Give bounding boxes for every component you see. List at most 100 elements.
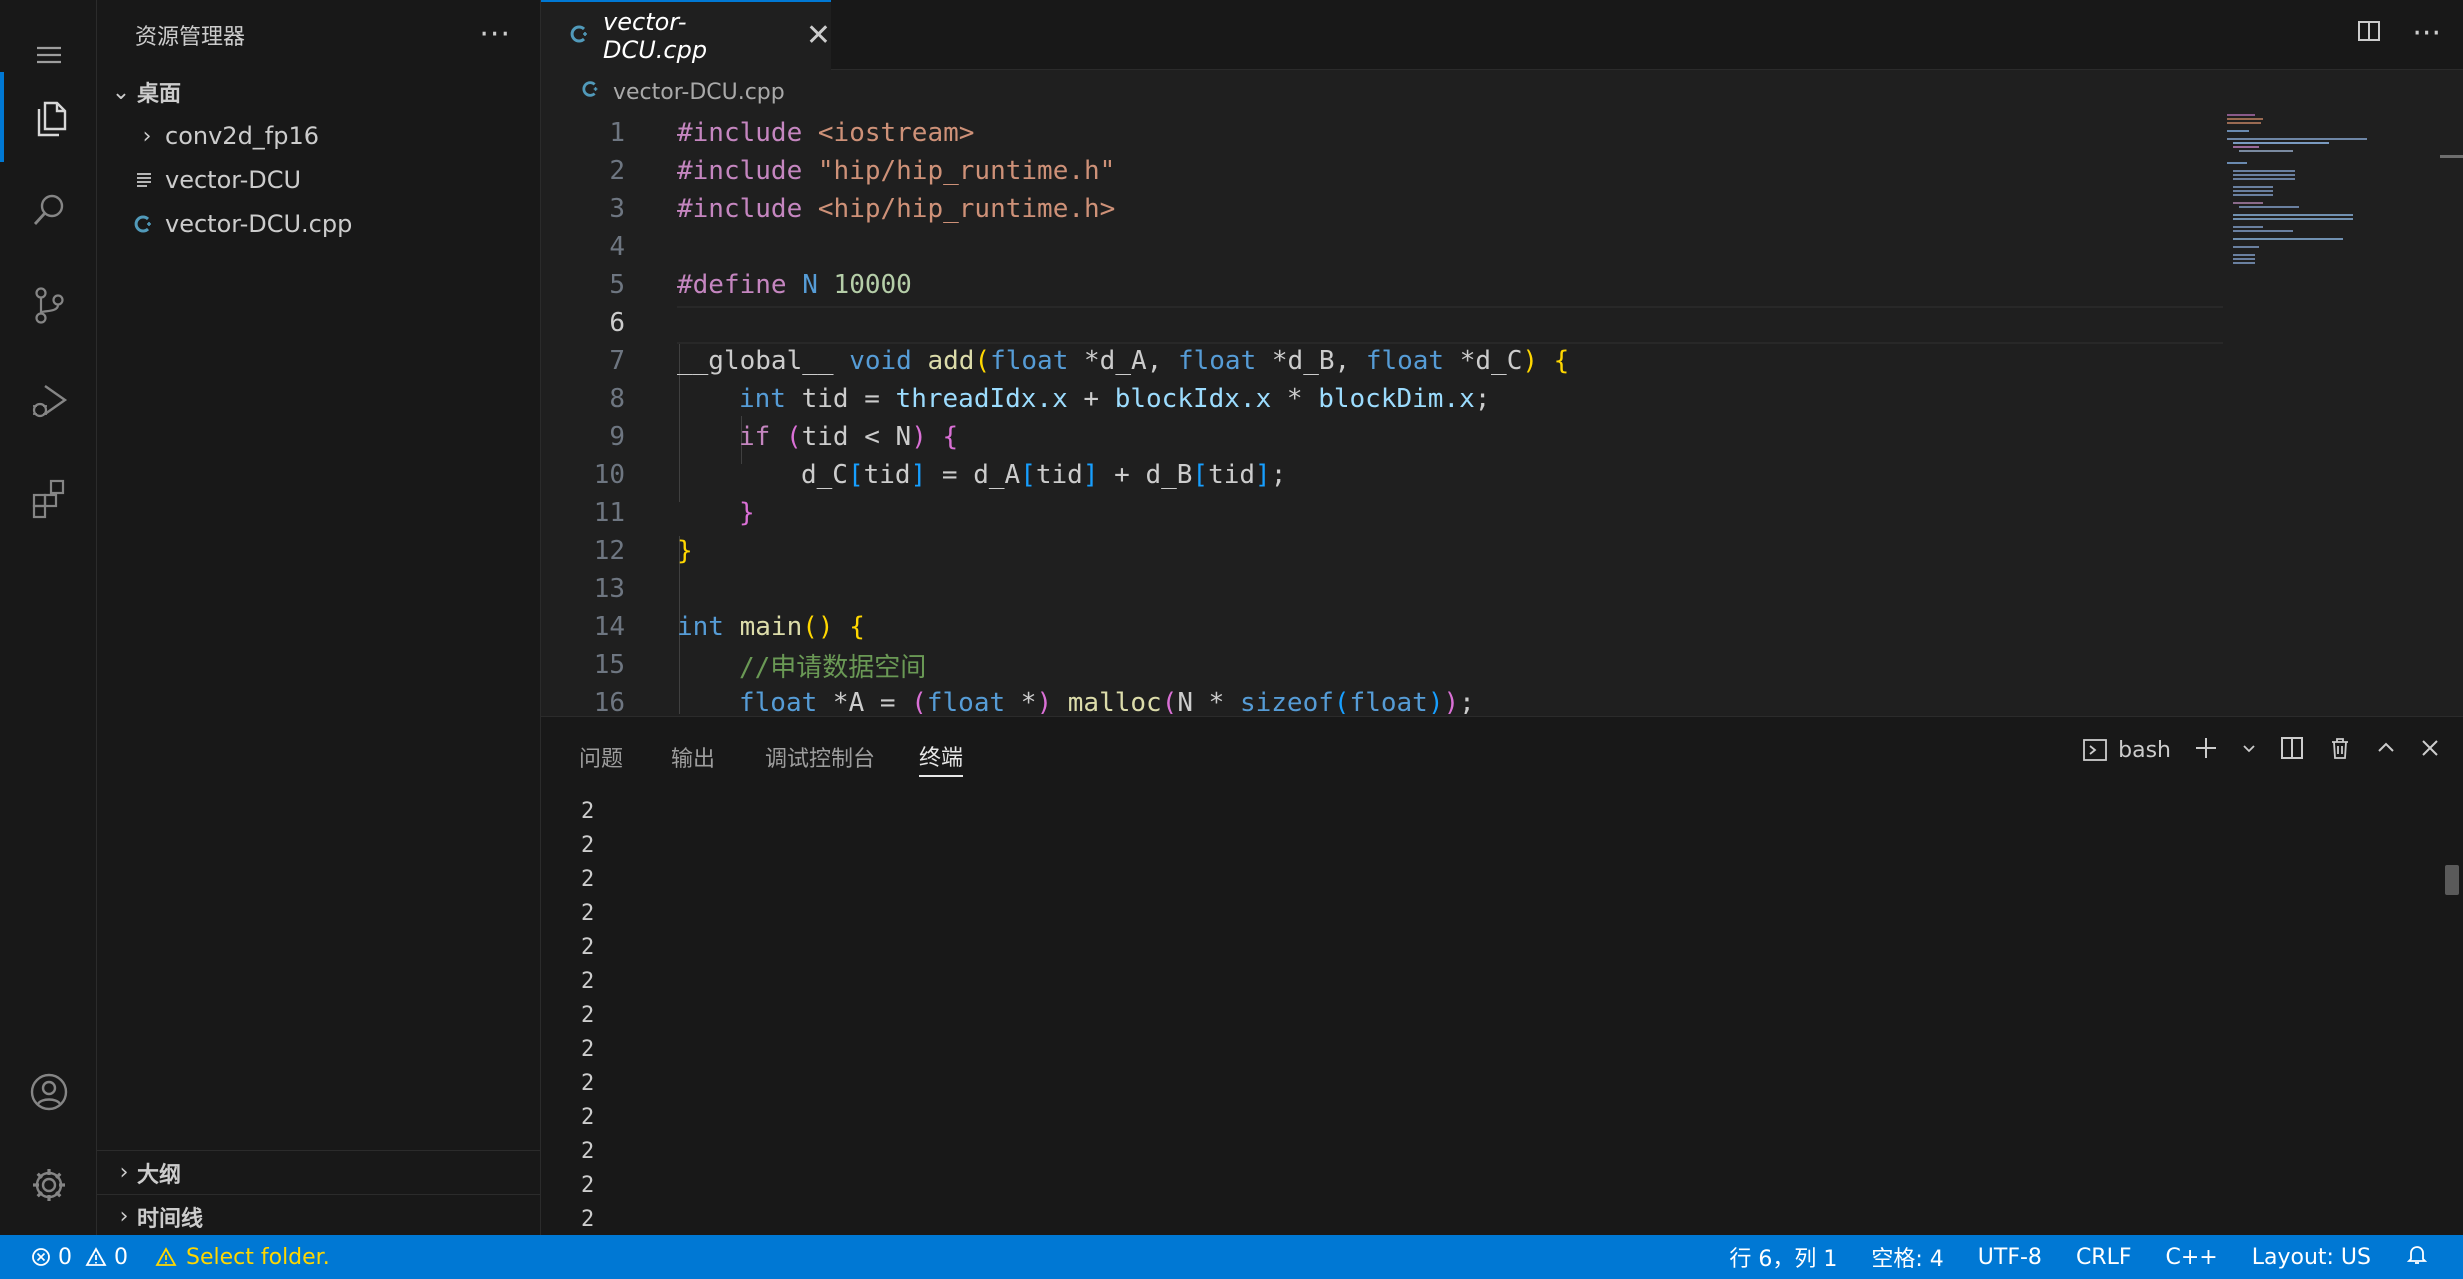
terminal-output[interactable]: 2 2 2 2 2 2 2 2 2 2 2 2 2 (581, 795, 594, 1237)
source-control-icon[interactable] (0, 260, 97, 350)
code-line-current: 6 (609, 308, 625, 338)
tree-item-conv2d[interactable]: › conv2d_fp16 (97, 114, 541, 158)
code-line: 7 __global__ void add(float *d_A, float *… (609, 346, 1570, 376)
line-ending[interactable]: CRLF (2076, 1245, 2132, 1270)
chevron-down-icon[interactable] (2241, 740, 2257, 760)
settings-icon[interactable] (0, 1140, 97, 1230)
trash-icon[interactable] (2327, 735, 2353, 765)
git-branch-icon (34, 287, 64, 324)
code-line: 8 int tid = threadIdx.x + blockIdx.x * bl… (609, 384, 1491, 414)
tree-item-vector-dcu-cpp[interactable]: vector-DCU.cpp (97, 202, 541, 246)
files-icon (37, 101, 66, 137)
timeline-section[interactable]: › 时间线 (97, 1194, 541, 1238)
code-line: 3 #include <hip/hip_runtime.h> (609, 194, 1116, 224)
outline-section[interactable]: › 大纲 (97, 1150, 541, 1194)
breadcrumb[interactable]: vector-DCU.cpp (541, 72, 785, 112)
encoding[interactable]: UTF-8 (1978, 1245, 2042, 1270)
chevron-right-icon: › (119, 1204, 129, 1229)
code-line: 5 #define N 10000 (609, 270, 912, 300)
run-debug-icon[interactable] (0, 355, 97, 445)
terminal-line: 2 (581, 833, 595, 858)
scrollbar-marker (2440, 155, 2463, 158)
status-bar: 0 0 Select folder. 行 6，列 1 空格: 4 UTF-8 C… (0, 1235, 2463, 1279)
maximize-panel-icon[interactable] (2375, 737, 2397, 763)
warning-count: 0 (114, 1244, 128, 1270)
code-line: 11} (593, 498, 755, 528)
cpp-file-icon (127, 213, 161, 235)
close-panel-icon[interactable] (2419, 737, 2441, 763)
new-terminal-icon[interactable] (2193, 735, 2219, 765)
bottom-panel: 问题 输出 调试控制台 终端 bash 2 2 2 2 2 2 2 2 2 2 … (541, 716, 2463, 1235)
keyboard-layout[interactable]: Layout: US (2252, 1245, 2371, 1270)
search-icon[interactable] (0, 165, 97, 255)
warning-icon (85, 1247, 107, 1266)
notifications-icon[interactable] (2405, 1242, 2429, 1272)
problems-status[interactable]: 0 0 (0, 1245, 128, 1270)
explorer-title: 资源管理器 (135, 25, 246, 50)
split-terminal-icon[interactable] (2279, 735, 2305, 765)
tab-vector-dcu-cpp[interactable]: vector-DCU.cpp ✕ (541, 0, 831, 70)
code-line: 15//申请数据空间 (593, 650, 927, 683)
play-bug-icon (32, 385, 67, 418)
tab-problems[interactable]: 问题 (579, 737, 623, 777)
code-editor[interactable]: 1 #include <iostream> 2 #include "hip/hip_… (541, 112, 2463, 714)
folder-label: 桌面 (137, 82, 182, 107)
timeline-label: 时间线 (137, 1206, 204, 1232)
tree-item-label: vector-DCU.cpp (165, 210, 353, 238)
minimap[interactable] (2225, 112, 2435, 322)
explorer-sidebar: 资源管理器 ··· ⌄ 桌面 › conv2d_fp16 vector-DCU … (97, 0, 541, 1235)
split-editor-icon[interactable] (2356, 18, 2382, 50)
tree-item-vector-dcu[interactable]: vector-DCU (97, 158, 541, 202)
terminal-line: 2 (581, 1037, 595, 1062)
select-folder-status[interactable]: Select folder. (154, 1245, 330, 1270)
gear-icon (32, 1169, 65, 1201)
cursor-position[interactable]: 行 6，列 1 (1729, 1241, 1837, 1273)
terminal-line: 2 (581, 1207, 595, 1232)
code-line: 2 #include "hip/hip_runtime.h" (609, 156, 1116, 186)
indentation[interactable]: 空格: 4 (1871, 1241, 1943, 1273)
language-mode[interactable]: C++ (2166, 1245, 2218, 1270)
terminal-actions: bash (2082, 735, 2441, 765)
blocks-icon (32, 479, 64, 519)
editor-actions: ··· (2356, 18, 2441, 50)
user-circle-icon (30, 1073, 67, 1111)
cpp-file-icon (581, 79, 601, 105)
terminal-line: 2 (581, 935, 595, 960)
accounts-icon[interactable] (0, 1047, 97, 1137)
code-line: 10 d_C[tid] = d_A[tid] + d_B[tid]; (593, 460, 1287, 490)
more-actions-button[interactable]: ··· (479, 20, 511, 50)
outline-label: 大纲 (137, 1162, 182, 1188)
file-lines-icon (127, 170, 161, 190)
more-actions-icon[interactable]: ··· (2412, 19, 2441, 49)
terminal-line: 2 (581, 901, 595, 926)
cpp-file-icon (569, 23, 591, 49)
explorer-icon[interactable] (0, 72, 97, 162)
breadcrumb-file[interactable]: vector-DCU.cpp (613, 80, 785, 105)
terminal-line: 2 (581, 1071, 595, 1096)
terminal-scrollbar[interactable] (2445, 865, 2459, 895)
status-right: 行 6，列 1 空格: 4 UTF-8 CRLF C++ Layout: US (1729, 1235, 2429, 1279)
folder-desktop[interactable]: ⌄ 桌面 (97, 70, 541, 114)
shell-label: bash (2118, 737, 2171, 763)
close-icon[interactable]: ✕ (806, 21, 831, 51)
code-line: 12} (593, 536, 693, 566)
code-line: 4 (609, 232, 625, 262)
tab-terminal[interactable]: 终端 (919, 737, 964, 777)
activity-bar (0, 0, 97, 1235)
magnifier-icon (33, 194, 63, 225)
tab-debug-console[interactable]: 调试控制台 (765, 737, 875, 777)
tree-item-label: conv2d_fp16 (165, 122, 320, 150)
explorer-header: 资源管理器 ··· (97, 0, 541, 70)
terminal-line: 2 (581, 1139, 595, 1164)
code-line: 9 if (tid < N) { (609, 422, 959, 452)
terminal-icon[interactable]: bash (2082, 737, 2171, 763)
error-count: 0 (58, 1244, 72, 1270)
chevron-down-icon: ⌄ (111, 79, 131, 105)
panel-tabs: 问题 输出 调试控制台 终端 bash (541, 717, 2463, 793)
chevron-right-icon: › (142, 123, 152, 149)
terminal-line: 2 (581, 1003, 595, 1028)
extensions-icon[interactable] (0, 452, 97, 542)
terminal-line: 2 (581, 799, 595, 824)
code-line: 1 #include <iostream> (609, 118, 975, 148)
tab-output[interactable]: 输出 (671, 737, 715, 777)
